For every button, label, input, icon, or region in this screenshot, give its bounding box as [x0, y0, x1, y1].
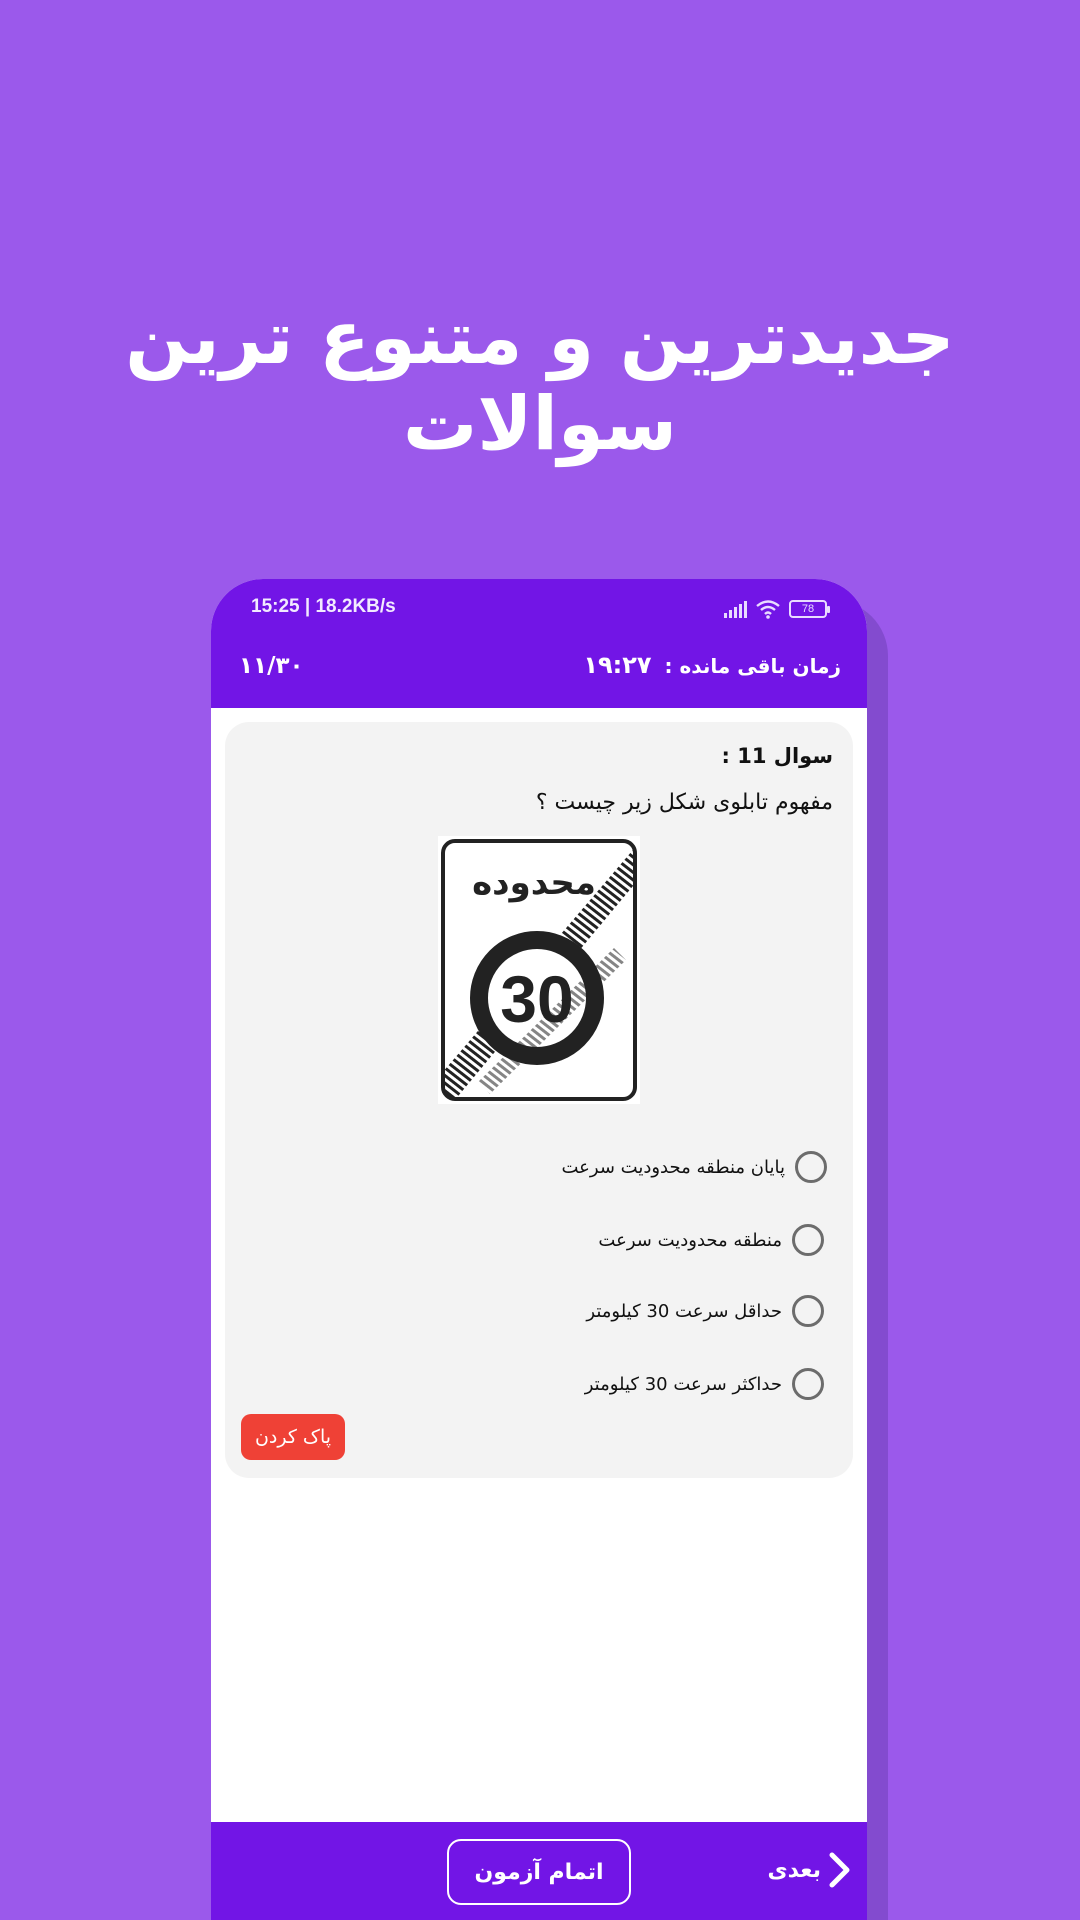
bottom-action-bar: اتمام آزمون بعدی	[211, 1822, 867, 1920]
radio-button[interactable]	[792, 1295, 824, 1327]
status-icons: 78	[724, 597, 830, 621]
answer-option-label: حداقل سرعت 30 کیلومتر	[586, 1300, 782, 1322]
clear-answer-button[interactable]: پاک کردن	[241, 1414, 345, 1460]
answer-option-2[interactable]: منطقه محدودیت سرعت	[598, 1220, 824, 1260]
phone-frame: 15:25 | 18.2KB/s 78 ۱۱/۳۰ زمان باقی ماند…	[211, 579, 867, 1920]
remaining-time: زمان باقی مانده : ۱۹:۲۷	[583, 651, 841, 679]
timer-value: ۱۹:۲۷	[583, 651, 652, 679]
signal-icon	[724, 600, 747, 618]
question-counter: ۱۱/۳۰	[239, 653, 304, 679]
chevron-right-icon	[829, 1852, 850, 1888]
status-time: 15:25 | 18.2KB/s	[251, 596, 396, 617]
radio-button[interactable]	[792, 1224, 824, 1256]
next-button[interactable]: بعدی	[767, 1852, 851, 1888]
answer-option-1[interactable]: پایان منطقه محدودیت سرعت	[561, 1147, 827, 1187]
next-label: بعدی	[767, 1857, 821, 1883]
finish-exam-button[interactable]: اتمام آزمون	[447, 1839, 631, 1905]
answer-option-label: پایان منطقه محدودیت سرعت	[561, 1156, 786, 1178]
answer-option-3[interactable]: حداقل سرعت 30 کیلومتر	[586, 1291, 824, 1331]
answer-option-label: منطقه محدودیت سرعت	[598, 1229, 782, 1251]
radio-button[interactable]	[792, 1368, 824, 1400]
question-card: سوال 11 : مفهوم تابلوی شکل زیر چیست ؟ مح…	[225, 722, 853, 1478]
wifi-icon	[756, 600, 780, 619]
question-text: مفهوم تابلوی شکل زیر چیست ؟	[535, 790, 833, 815]
promo-headline: جدیدترین و متنوع ترین سوالات	[125, 295, 955, 467]
timer-label: زمان باقی مانده :	[664, 654, 841, 678]
sign-top-text: محدوده	[472, 863, 596, 903]
answer-option-label: حداکثر سرعت 30 کیلومتر	[584, 1373, 782, 1395]
radio-button[interactable]	[795, 1151, 827, 1183]
sign-number: 30	[500, 962, 573, 1036]
app-top-bar: 15:25 | 18.2KB/s 78 ۱۱/۳۰ زمان باقی ماند…	[211, 579, 867, 708]
answer-option-4[interactable]: حداکثر سرعت 30 کیلومتر	[585, 1364, 824, 1404]
battery-icon: 78	[789, 600, 830, 618]
traffic-sign-image: محدوده 30	[438, 836, 640, 1104]
question-title: سوال 11 :	[721, 744, 833, 768]
